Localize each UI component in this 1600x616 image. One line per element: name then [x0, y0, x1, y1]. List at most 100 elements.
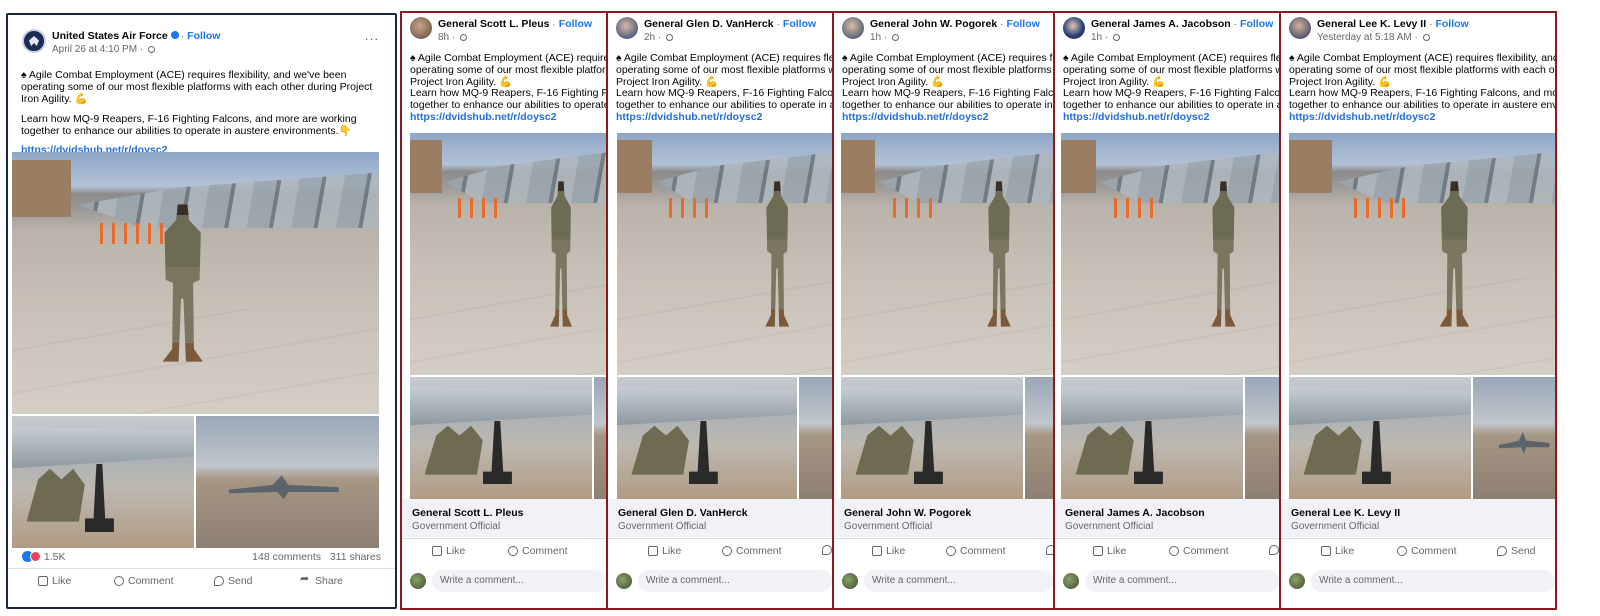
comment-button[interactable]: Comment [946, 545, 1006, 557]
post-link[interactable]: https://dvidshub.net/r/doysc2 [616, 111, 762, 123]
like-button[interactable]: Like [872, 545, 905, 557]
like-button[interactable]: Like [1093, 545, 1126, 557]
author-name[interactable]: General James A. Jacobson [1091, 18, 1231, 30]
post-text: ♠ Agile Combat Employment (ACE) requires… [1063, 52, 1281, 123]
comment-button[interactable]: Comment [114, 575, 174, 587]
post-image-reaper-taxi[interactable] [799, 377, 832, 499]
post-image-reaper-ground-crew[interactable] [1061, 377, 1243, 499]
post-image-reaper-ground-crew[interactable] [410, 377, 592, 499]
post-timestamp[interactable]: 1h [1091, 32, 1102, 43]
follow-link[interactable]: Follow [559, 18, 592, 30]
post-link[interactable]: https://dvidshub.net/r/doysc2 [410, 111, 556, 123]
post-image-reaper-ground-crew[interactable] [12, 416, 194, 548]
follow-link[interactable]: Follow [187, 30, 220, 42]
page-name[interactable]: United States Air Force [52, 30, 168, 42]
reaction-count[interactable]: 1.5K [44, 551, 66, 563]
page-avatar[interactable] [22, 29, 46, 53]
like-button[interactable]: Like [432, 545, 465, 557]
follow-link[interactable]: Follow [1240, 18, 1273, 30]
comment-input[interactable]: Write a comment... [864, 570, 1053, 592]
author-profile-card[interactable]: General James A. Jacobson Government Off… [1055, 499, 1279, 537]
thumbs-up-icon [1093, 546, 1103, 556]
post-timestamp[interactable]: April 26 at 4:10 PM [52, 44, 137, 55]
globe-icon [1113, 34, 1121, 41]
author-name[interactable]: General John W. Pogorek [870, 18, 997, 30]
follow-link[interactable]: Follow [1435, 18, 1468, 30]
author-name[interactable]: General Glen D. VanHerck [644, 18, 774, 30]
messenger-icon [1497, 546, 1507, 556]
post-link[interactable]: https://dvidshub.net/r/doysc2 [842, 111, 988, 123]
author-name[interactable]: General Scott L. Pleus [438, 18, 549, 30]
author-avatar[interactable] [410, 17, 432, 39]
user-avatar [410, 573, 426, 589]
author-profile-card[interactable]: General John W. Pogorek Government Offic… [834, 499, 1053, 537]
comment-input[interactable]: Write a comment... [1311, 570, 1555, 592]
shared-post: General James A. Jacobson · Follow 1h · … [1054, 11, 1281, 610]
author-avatar[interactable] [1063, 17, 1085, 39]
post-header: General Lee K. Levy II · Follow Yesterda… [1281, 13, 1555, 53]
post-image-main[interactable] [410, 133, 606, 375]
comment-input[interactable]: Write a comment... [1085, 570, 1279, 592]
send-button[interactable]: Send [1497, 545, 1536, 557]
post-image-main[interactable] [1061, 133, 1279, 375]
original-post: United States Air Force · Follow April 26… [6, 13, 397, 609]
post-link[interactable]: https://dvidshub.net/r/doysc2 [1289, 111, 1435, 123]
post-image-main[interactable] [12, 152, 379, 414]
share-count[interactable]: 311 shares [330, 551, 381, 563]
author-profile-card[interactable]: General Lee K. Levy II Government Offici… [1281, 499, 1555, 537]
follow-link[interactable]: Follow [1007, 18, 1040, 30]
messenger-icon [214, 576, 224, 586]
messenger-icon [1269, 545, 1279, 555]
comment-composer: Write a comment... [608, 566, 832, 596]
more-options-icon[interactable]: ··· [365, 31, 380, 46]
post-image-reaper-ground-crew[interactable] [1289, 377, 1471, 499]
post-text: ♠ Agile Combat Employment (ACE) requires… [1289, 52, 1557, 123]
post-image-reaper-taxi[interactable] [196, 416, 379, 548]
messenger-icon [822, 545, 832, 555]
comment-input[interactable]: Write a comment... [638, 570, 832, 592]
comment-button[interactable]: Comment [722, 545, 782, 557]
post-text-p2: Learn how MQ-9 Reapers, F-16 Fighting Fa… [21, 112, 357, 137]
author-name[interactable]: General Lee K. Levy II [1317, 18, 1426, 30]
author-avatar[interactable] [616, 17, 638, 39]
post-image-reaper-taxi[interactable] [1025, 377, 1053, 499]
comment-icon [946, 546, 956, 556]
verified-icon [170, 31, 179, 39]
comment-input[interactable]: Write a comment... [432, 570, 606, 592]
post-image-reaper-taxi[interactable] [1245, 377, 1279, 499]
post-image-reaper-ground-crew[interactable] [841, 377, 1023, 499]
like-button[interactable]: Like [1321, 545, 1354, 557]
author-profile-card[interactable]: General Scott L. Pleus Government Offici… [402, 499, 606, 537]
comment-count[interactable]: 148 comments [252, 551, 321, 563]
post-header: General Scott L. Pleus · Follow 8h · [402, 13, 606, 53]
post-image-main[interactable] [1289, 133, 1555, 375]
post-image-reaper-taxi[interactable] [594, 377, 606, 499]
post-image-main[interactable] [841, 133, 1053, 375]
comment-button[interactable]: Comment [1397, 545, 1457, 557]
author-avatar[interactable] [1289, 17, 1311, 39]
share-button[interactable]: Share [300, 572, 343, 587]
post-timestamp[interactable]: Yesterday at 5:18 AM [1317, 32, 1412, 43]
post-image-reaper-ground-crew[interactable] [617, 377, 797, 499]
follow-link[interactable]: Follow [783, 18, 816, 30]
post-timestamp[interactable]: 2h [644, 32, 655, 43]
post-image-reaper-taxi[interactable] [1473, 377, 1555, 499]
send-button[interactable] [1269, 545, 1279, 555]
send-button[interactable] [822, 545, 832, 555]
thumbs-up-icon [872, 546, 882, 556]
author-profile-card[interactable]: General Glen D. VanHerck Government Offi… [608, 499, 832, 537]
like-button[interactable]: Like [648, 545, 681, 557]
post-text: ♠ Agile Combat Employment (ACE) requires… [410, 52, 608, 123]
post-image-main[interactable] [617, 133, 832, 375]
author-avatar[interactable] [842, 17, 864, 39]
send-button[interactable]: Send [214, 575, 253, 587]
post-link[interactable]: https://dvidshub.net/r/doysc2 [1063, 111, 1209, 123]
post-timestamp[interactable]: 8h [438, 32, 449, 43]
comment-button[interactable]: Comment [1169, 545, 1229, 557]
like-button[interactable]: Like [38, 575, 71, 587]
comment-button[interactable]: Comment [508, 545, 568, 557]
post-timestamp[interactable]: 1h [870, 32, 881, 43]
shared-post: General John W. Pogorek · Follow 1h · ♠ … [833, 11, 1055, 610]
shared-post: General Lee K. Levy II · Follow Yesterda… [1280, 11, 1557, 610]
thumbs-up-icon [648, 546, 658, 556]
